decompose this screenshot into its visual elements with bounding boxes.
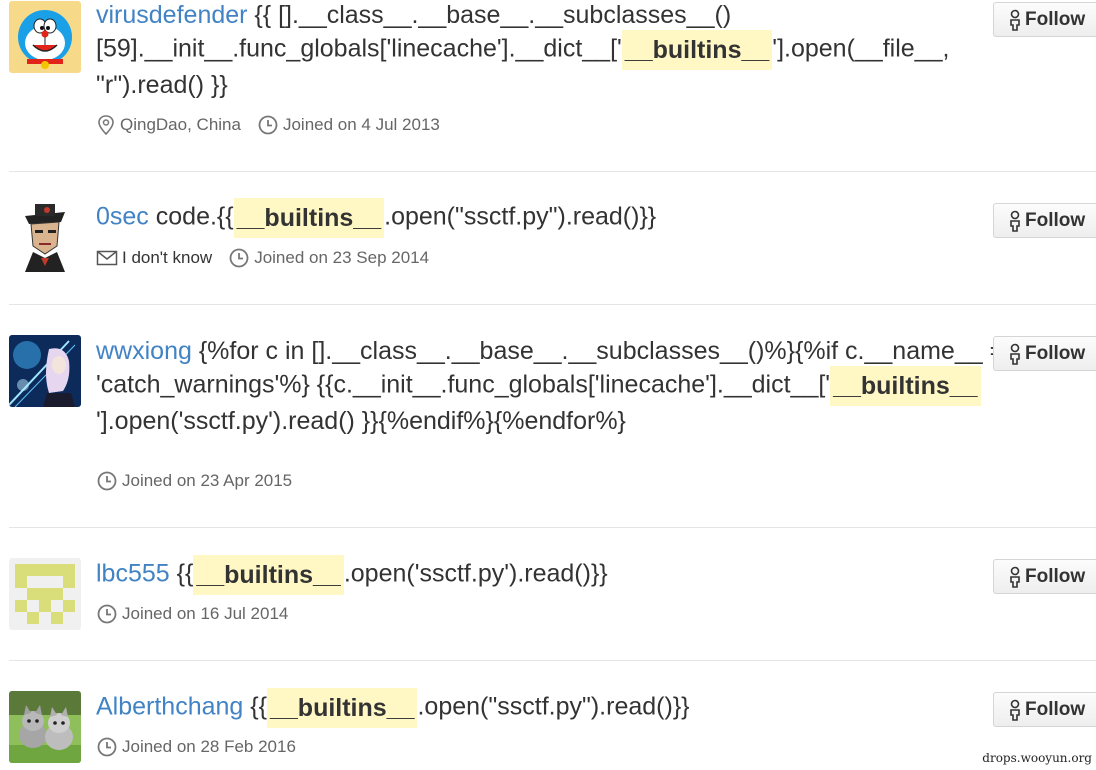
- clock-icon: [97, 737, 117, 757]
- clock-icon: [97, 604, 117, 624]
- avatar[interactable]: [9, 335, 81, 407]
- join-date: Joined on 4 Jul 2013: [257, 114, 440, 136]
- divider: [9, 527, 1096, 528]
- divider: [9, 171, 1096, 172]
- person-icon: [1010, 566, 1020, 588]
- person-icon: [1010, 343, 1020, 365]
- follow-label: Follow: [1025, 698, 1086, 720]
- person-icon: [1010, 9, 1020, 31]
- watermark: drops.wooyun.org: [982, 751, 1092, 765]
- follow-label: Follow: [1025, 342, 1086, 364]
- divider: [9, 304, 1096, 305]
- user-info: Alberthchang {{__builtins__ .open("ssctf.…: [96, 688, 1096, 728]
- join-date-text: Joined on 28 Feb 2016: [122, 737, 296, 756]
- avatar[interactable]: [9, 200, 81, 272]
- avatar[interactable]: [9, 1, 81, 73]
- user-meta: I don't know Joined on 23 Sep 2014: [96, 247, 445, 269]
- follow-button[interactable]: Follow: [993, 336, 1096, 371]
- user-meta: Joined on 16 Jul 2014: [96, 603, 304, 625]
- username-link[interactable]: wwxiong: [96, 337, 192, 365]
- join-date: Joined on 23 Apr 2015: [96, 470, 292, 492]
- man-with-hat-avatar-icon: [9, 200, 81, 272]
- avatar[interactable]: [9, 691, 81, 763]
- identicon-avatar-icon: [9, 558, 81, 630]
- follow-button[interactable]: Follow: [993, 203, 1096, 238]
- username-link[interactable]: lbc555: [96, 560, 170, 588]
- bio-highlight: __builtins__: [233, 198, 385, 238]
- user-info: virusdefender {{ [].__class__.__base__._…: [96, 0, 1096, 100]
- clock-icon: [97, 471, 117, 491]
- kittens-avatar-icon: [9, 691, 81, 763]
- join-date: Joined on 16 Jul 2014: [96, 603, 288, 625]
- bio-text-after: '].open('ssctf.py').read() }}{%endif%}{%…: [96, 407, 626, 435]
- location-pin-icon: [98, 115, 114, 136]
- user-headline: Alberthchang {{__builtins__ .open("ssctf.…: [96, 688, 976, 728]
- join-date-text: Joined on 16 Jul 2014: [122, 604, 289, 623]
- bio-highlight: __builtins__: [266, 688, 418, 728]
- user-search-results: virusdefender {{ [].__class__.__base__._…: [0, 0, 1096, 770]
- clock-icon: [258, 115, 278, 135]
- email-text: I don't know: [122, 248, 213, 267]
- location-text: QingDao, China: [120, 115, 241, 134]
- bio-text-after: .open("ssctf.py").read()}}: [384, 202, 657, 231]
- join-date: Joined on 28 Feb 2016: [96, 736, 296, 758]
- join-date-text: Joined on 23 Apr 2015: [122, 471, 293, 490]
- follow-button[interactable]: Follow: [993, 2, 1096, 37]
- divider: [9, 660, 1096, 661]
- username-link[interactable]: virusdefender: [96, 1, 247, 29]
- clock-icon: [229, 248, 249, 268]
- follow-button[interactable]: Follow: [993, 559, 1096, 594]
- person-icon: [1010, 210, 1020, 232]
- location: QingDao, China: [96, 114, 241, 136]
- user-meta: QingDao, China Joined on 4 Jul 2013: [96, 114, 456, 136]
- join-date: Joined on 23 Sep 2014: [228, 247, 429, 269]
- join-date-text: Joined on 23 Sep 2014: [254, 248, 430, 267]
- bio-text-before: {{: [243, 692, 267, 721]
- person-icon: [1010, 699, 1020, 721]
- anime-warrior-avatar-icon: [9, 335, 81, 407]
- user-meta: Joined on 23 Apr 2015: [96, 470, 308, 492]
- avatar[interactable]: [9, 558, 81, 630]
- bio-text-before: {{: [169, 559, 194, 588]
- bio-highlight: __builtins__: [621, 30, 773, 70]
- doraemon-avatar-icon: [9, 1, 81, 73]
- user-info: 0sec code.{{__builtins__ .open("ssctf.py"…: [96, 198, 1096, 238]
- user-headline: wwxiong {%for c in [].__class__.__base__…: [96, 336, 1096, 436]
- join-date-text: Joined on 4 Jul 2013: [282, 115, 440, 134]
- bio-text-after: .open("ssctf.py").read()}}: [417, 692, 690, 721]
- user-info: wwxiong {%for c in [].__class__.__base__…: [96, 336, 1096, 436]
- username-link[interactable]: 0sec: [96, 203, 149, 231]
- follow-label: Follow: [1025, 8, 1086, 30]
- user-headline: virusdefender {{ [].__class__.__base__._…: [96, 0, 1026, 100]
- user-headline: lbc555 {{__builtins__ .open('ssctf.py').r…: [96, 555, 976, 595]
- user-headline: 0sec code.{{__builtins__ .open("ssctf.py"…: [96, 198, 976, 238]
- bio-text-before: code.{{: [148, 202, 234, 231]
- user-meta: Joined on 28 Feb 2016: [96, 736, 312, 758]
- mail-icon: [96, 250, 118, 266]
- email: I don't know: [96, 248, 212, 268]
- bio-highlight: __builtins__: [193, 555, 344, 595]
- bio-highlight: __builtins__: [830, 366, 981, 406]
- bio-text-after: .open('ssctf.py').read()}}: [343, 559, 608, 588]
- user-info: lbc555 {{__builtins__ .open('ssctf.py').r…: [96, 555, 1096, 595]
- follow-button[interactable]: Follow: [993, 692, 1096, 727]
- follow-label: Follow: [1025, 209, 1086, 231]
- follow-label: Follow: [1025, 565, 1086, 587]
- username-link[interactable]: Alberthchang: [96, 693, 243, 721]
